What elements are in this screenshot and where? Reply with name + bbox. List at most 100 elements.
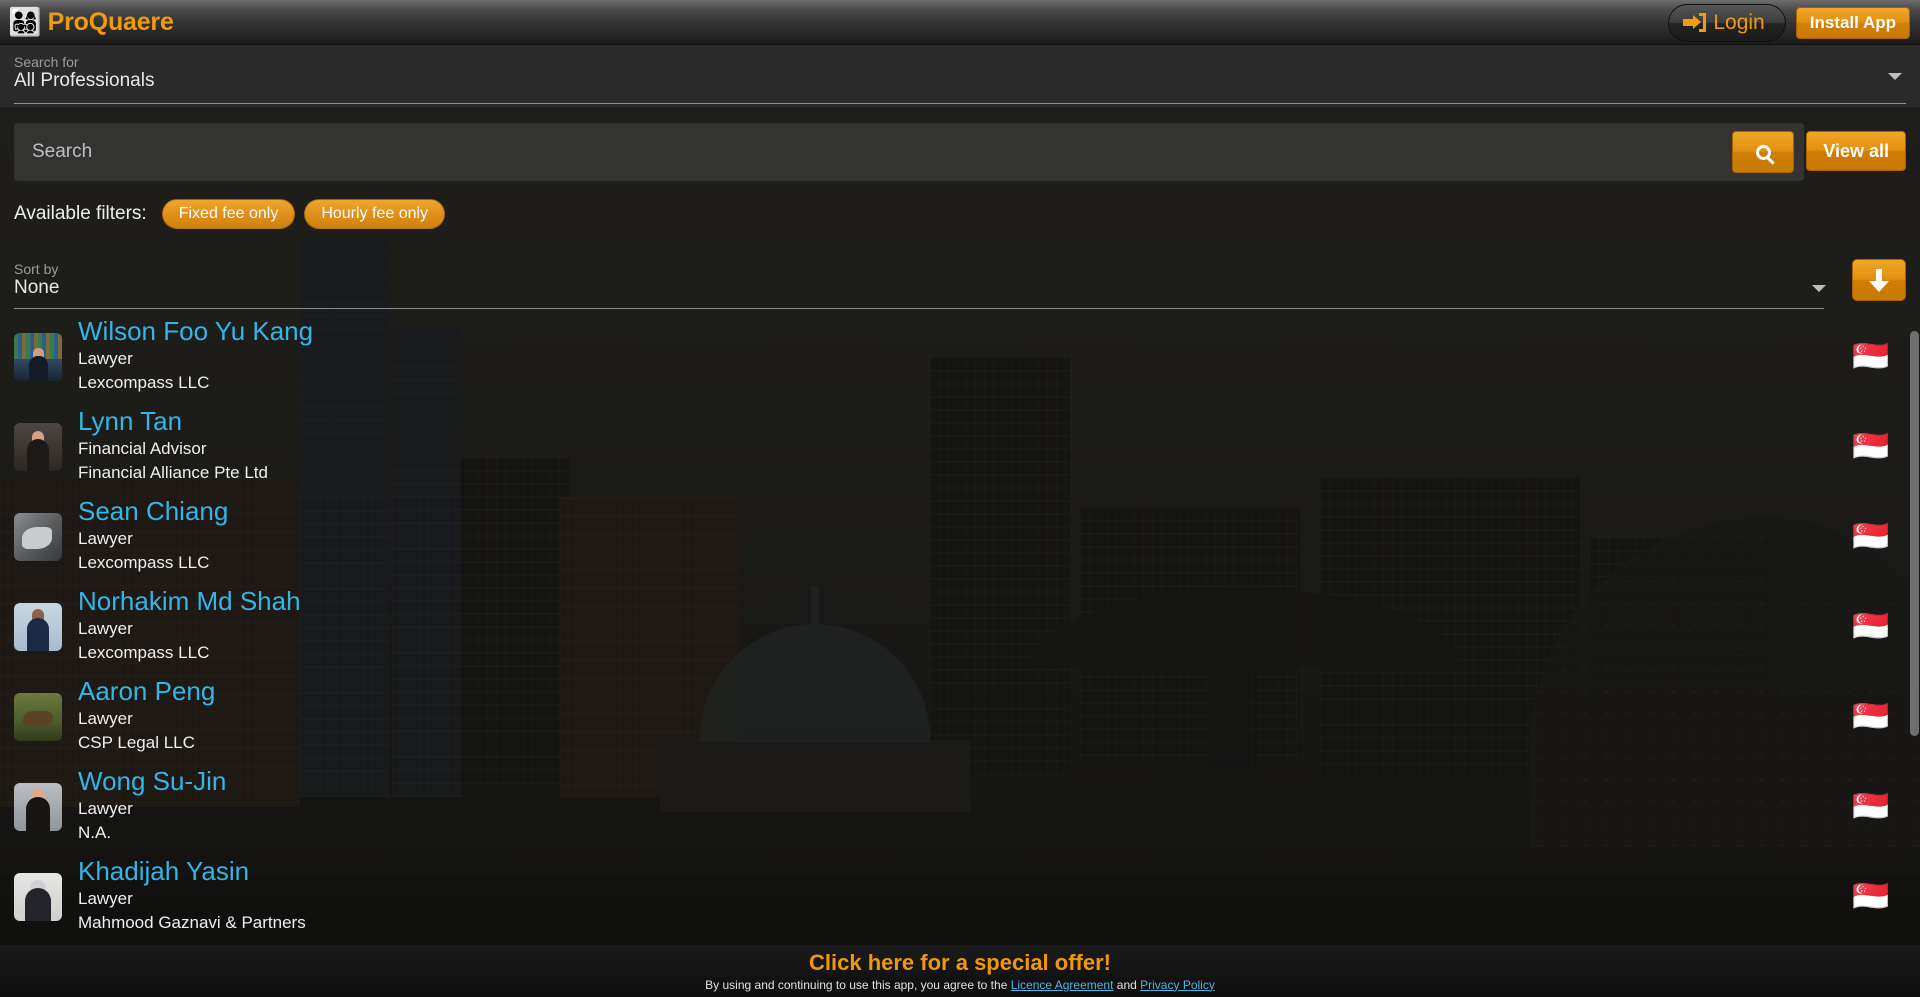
search-submit-button[interactable] [1732,131,1794,173]
singapore-flag-icon: 🇸🇬 [1852,700,1890,733]
professional-organisation: Lexcompass LLC [78,553,210,572]
professional-name[interactable]: Lynn Tan [78,405,268,437]
avatar [14,873,62,921]
sort-by-select[interactable]: Sort by None [14,261,59,299]
search-for-texts: Search for All Professionals [14,54,154,92]
filter-chip-label: Hourly fee only [321,205,429,222]
avatar [14,333,62,381]
list-item[interactable]: Sean Chiang Lawyer Lexcompass LLC 🇸🇬 [0,493,1920,583]
search-bar-row: View all [0,123,1920,185]
available-filters: Available filters: Fixed fee only Hourly… [14,197,446,231]
list-item[interactable]: Lynn Tan Financial Advisor Financial Allia… [0,403,1920,493]
list-item[interactable]: Wong Su-Jin Lawyer N.A. 🇸🇬 [0,763,1920,853]
people-group-icon: 👨‍👩‍👧‍👦 [8,7,42,37]
singapore-flag-icon: 🇸🇬 [1852,880,1890,913]
brand-logo[interactable]: 👨‍👩‍👧‍👦 ProQuaere [8,0,174,45]
avatar-image [14,423,62,471]
avatar [14,513,62,561]
professional-role: Lawyer [78,799,133,818]
singapore-flag-icon: 🇸🇬 [1852,430,1890,463]
login-button[interactable]: Login [1668,3,1786,42]
professional-organisation: Mahmood Gaznavi & Partners [78,913,306,932]
singapore-flag-icon: 🇸🇬 [1852,790,1890,823]
list-item-text: Norhakim Md Shah Lawyer Lexcompass LLC [78,585,301,665]
sort-direction-button[interactable] [1852,259,1906,301]
professional-role: Lawyer [78,529,133,548]
avatar-image [14,603,62,651]
filter-chip-fixed-fee[interactable]: Fixed fee only [161,199,296,229]
professional-role: Financial Advisor [78,439,207,458]
avatar [14,693,62,741]
sort-by-label: Sort by [14,261,59,277]
search-icon [1755,144,1771,160]
professional-name[interactable]: Sean Chiang [78,495,228,527]
professional-organisation: N.A. [78,823,112,842]
list-item-text: Khadijah Yasin Lawyer Mahmood Gaznavi & Pa… [78,855,306,935]
list-item-text: Wong Su-Jin Lawyer N.A. [78,765,226,845]
professional-organisation: Financial Alliance Pte Ltd [78,463,268,482]
search-input[interactable] [32,123,1712,181]
professional-role: Lawyer [78,889,133,908]
avatar [14,423,62,471]
search-for-select[interactable]: Search for All Professionals [0,45,1920,107]
professional-organisation: Lexcompass LLC [78,373,210,392]
chevron-down-icon[interactable] [1812,285,1826,292]
special-offer-link[interactable]: Click here for a special offer! [809,950,1111,976]
list-item-text: Lynn Tan Financial Advisor Financial Allia… [78,405,268,485]
sort-row: Sort by None [0,255,1920,311]
avatar [14,603,62,651]
view-all-label: View all [1823,140,1889,161]
scrollbar-thumb[interactable] [1910,331,1919,736]
professional-role: Lawyer [78,349,133,368]
professional-name[interactable]: Norhakim Md Shah [78,585,301,617]
filter-chip-hourly-fee[interactable]: Hourly fee only [304,199,446,229]
avatar [14,783,62,831]
list-item-text: Sean Chiang Lawyer Lexcompass LLC [78,495,228,575]
search-for-label: Search for [14,54,79,70]
legal-prefix: By using and continuing to use this app,… [705,977,1011,992]
footer-banner: Click here for a special offer! By using… [0,945,1920,997]
install-app-label: Install App [1809,12,1896,32]
privacy-policy-link[interactable]: Privacy Policy [1140,978,1215,992]
singapore-flag-icon: 🇸🇬 [1852,340,1890,373]
avatar-image [14,783,62,831]
avatar-image [14,693,62,741]
professional-name[interactable]: Wong Su-Jin [78,765,226,797]
legal-notice: By using and continuing to use this app,… [705,977,1215,993]
available-filters-label: Available filters: [14,203,147,224]
avatar-image [14,513,62,561]
search-field-container[interactable] [14,123,1804,181]
professional-name[interactable]: Khadijah Yasin [78,855,306,887]
list-item[interactable]: Norhakim Md Shah Lawyer Lexcompass LLC 🇸🇬 [0,583,1920,673]
list-item[interactable]: Wilson Foo Yu Kang Lawyer Lexcompass LLC 🇸🇬 [0,313,1920,403]
header-actions: Login Install App [1668,0,1910,45]
licence-agreement-link[interactable]: Licence Agreement [1011,978,1114,992]
sort-by-underline [14,308,1824,309]
list-item-text: Aaron Peng Lawyer CSP Legal LLC [78,675,215,755]
view-all-button[interactable]: View all [1806,131,1906,171]
install-app-button[interactable]: Install App [1795,6,1910,39]
sort-by-value: None [14,277,60,298]
filter-chip-label: Fixed fee only [178,205,279,222]
list-item-text: Wilson Foo Yu Kang Lawyer Lexcompass LLC [78,315,313,395]
professional-name[interactable]: Aaron Peng [78,675,215,707]
app-header: 👨‍👩‍👧‍👦 ProQuaere Login Install App [0,0,1920,45]
avatar-image [14,333,62,381]
brand-name: ProQuaere [47,8,174,36]
professional-role: Lawyer [78,619,133,638]
professional-name[interactable]: Wilson Foo Yu Kang [78,315,313,347]
singapore-flag-icon: 🇸🇬 [1852,520,1890,553]
chevron-down-icon[interactable] [1888,73,1902,80]
professional-role: Lawyer [78,709,133,728]
login-arrow-icon [1683,13,1707,32]
list-item[interactable]: Khadijah Yasin Lawyer Mahmood Gaznavi & Pa… [0,853,1920,943]
legal-join: and [1113,977,1141,992]
search-for-underline [14,103,1906,104]
login-button-label: Login [1713,10,1765,34]
list-item[interactable]: Aaron Peng Lawyer CSP Legal LLC 🇸🇬 [0,673,1920,763]
arrow-down-icon [1869,269,1889,292]
search-for-value: All Professionals [14,70,155,91]
professional-organisation: Lexcompass LLC [78,643,210,662]
results-scrollbar[interactable] [1909,313,1920,945]
professional-organisation: CSP Legal LLC [78,733,195,752]
